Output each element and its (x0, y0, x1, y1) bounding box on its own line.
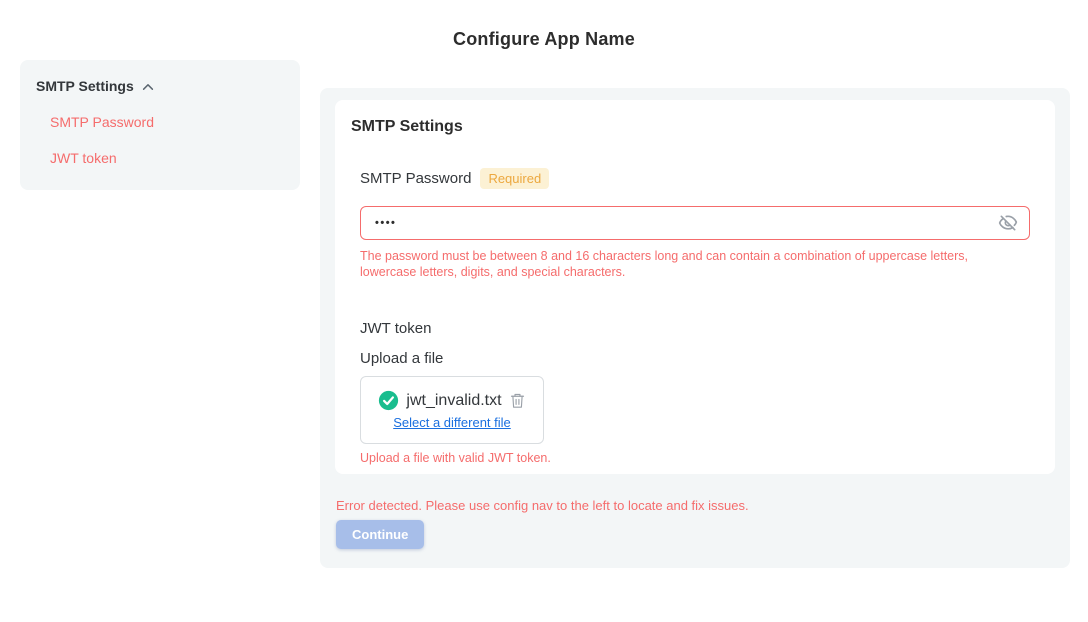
jwt-token-label: JWT token (360, 320, 1039, 337)
jwt-upload-error: Upload a file with valid JWT token. (360, 451, 1039, 465)
select-different-file-link[interactable]: Select a different file (393, 415, 511, 430)
required-badge: Required (480, 168, 549, 189)
smtp-password-input[interactable] (360, 206, 1030, 240)
sidebar-section-label: SMTP Settings (36, 78, 134, 94)
upload-file-label: Upload a file (360, 350, 1039, 367)
smtp-settings-card: SMTP Settings SMTP Password Required (335, 100, 1055, 474)
uploaded-file-name: jwt_invalid.txt (406, 392, 501, 410)
card-title: SMTP Settings (351, 118, 1039, 136)
smtp-password-error: The password must be between 8 and 16 ch… (360, 248, 1020, 280)
form-error-message: Error detected. Please use config nav to… (336, 498, 749, 513)
eye-off-icon[interactable] (998, 213, 1018, 233)
sidebar-section-smtp-settings[interactable]: SMTP Settings (36, 78, 284, 94)
file-upload-box: jwt_invalid.txt Select a different file (360, 376, 544, 444)
check-circle-icon (378, 390, 399, 411)
config-nav-sidebar: SMTP Settings SMTP Password JWT token (20, 60, 300, 190)
chevron-up-icon[interactable] (141, 80, 155, 94)
smtp-password-label: SMTP Password (360, 170, 471, 187)
page-title: Configure App Name (0, 29, 1088, 50)
sidebar-item-smtp-password[interactable]: SMTP Password (50, 114, 284, 130)
sidebar-item-jwt-token[interactable]: JWT token (50, 150, 284, 166)
config-panel: SMTP Settings SMTP Password Required (320, 88, 1070, 568)
trash-icon[interactable] (509, 392, 526, 409)
continue-button[interactable]: Continue (336, 520, 424, 549)
